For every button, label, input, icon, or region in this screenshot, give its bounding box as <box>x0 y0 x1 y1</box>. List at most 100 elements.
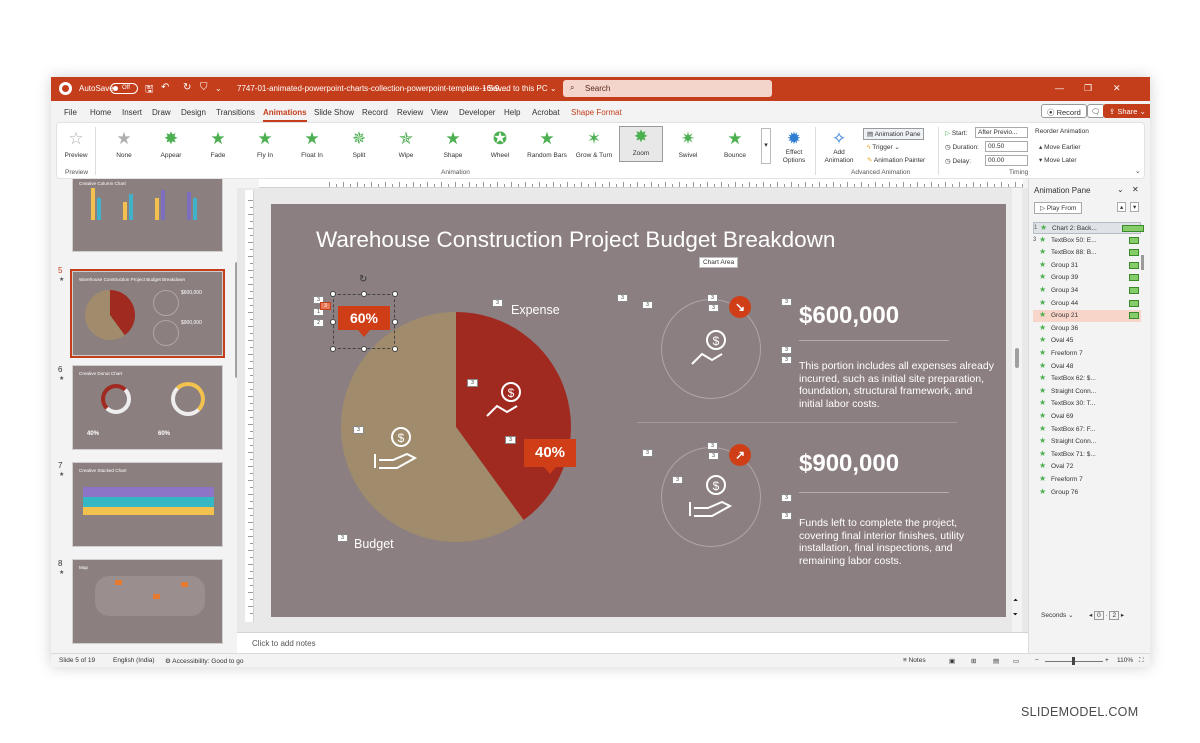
animation-float-in[interactable]: ★ Float In <box>290 129 334 159</box>
animation-list-item[interactable]: 1 ★ Chart 2: Back... <box>1033 222 1144 234</box>
animation-marker[interactable]: 3 <box>781 512 792 520</box>
tab-design[interactable]: Design <box>181 108 206 117</box>
zoom-level[interactable]: 110% <box>1117 657 1133 664</box>
canvas-vertical-scrollbar[interactable]: ⏶ ⏷ <box>1012 188 1022 632</box>
zoom-in-icon[interactable]: + <box>1105 657 1109 664</box>
animation-list-item[interactable]: ★ Group 34 <box>1033 285 1141 297</box>
animation-painter-button[interactable]: ✎ Animation Painter <box>867 156 925 164</box>
language[interactable]: English (India) <box>113 657 155 664</box>
animation-pane-button[interactable]: ▤ Animation Pane <box>863 128 925 140</box>
move-up-icon[interactable]: ▴ <box>1117 202 1127 212</box>
animation-marker[interactable]: 3 <box>337 534 348 542</box>
tab-developer[interactable]: Developer <box>459 108 495 117</box>
tab-acrobat[interactable]: Acrobat <box>532 108 560 117</box>
tab-home[interactable]: Home <box>90 108 111 117</box>
redo-icon[interactable]: ↻ <box>183 82 191 93</box>
trigger-button[interactable]: ϟ Trigger ⌄ <box>867 143 900 151</box>
tab-view[interactable]: View <box>431 108 448 117</box>
animation-split[interactable]: ✵ Split <box>337 129 381 159</box>
animation-marker[interactable]: 3 <box>642 449 653 457</box>
animation-marker[interactable]: 3 <box>642 301 653 309</box>
animation-grow-turn[interactable]: ✶ Grow & Turn <box>572 129 616 159</box>
animation-random-bars[interactable]: ★ Random Bars <box>525 129 569 159</box>
animation-list-item[interactable]: ★ Group 76 <box>1033 487 1141 499</box>
reading-view-icon[interactable]: ▤ <box>993 657 999 665</box>
duration-input[interactable]: 00.50 <box>985 141 1028 152</box>
search-box[interactable]: ⌕ Search <box>563 80 772 97</box>
pane-options-icon[interactable]: ⌄ <box>1117 185 1124 194</box>
tab-review[interactable]: Review <box>397 108 423 117</box>
slide-sorter-icon[interactable]: ⊞ <box>971 657 976 665</box>
slide-thumbnail[interactable]: Creative Donut Chart 40% 60% <box>72 365 223 450</box>
tab-draw[interactable]: Draw <box>152 108 171 117</box>
slide-thumbnail[interactable]: Map <box>72 559 223 644</box>
animation-list-item[interactable]: ★ Group 31 <box>1033 260 1141 272</box>
fit-slide-icon[interactable]: ⛶ <box>1139 657 1144 665</box>
normal-view-icon[interactable]: ▣ <box>949 657 955 665</box>
animation-fade[interactable]: ★ Fade <box>196 129 240 159</box>
comments-icon[interactable]: 🗨 <box>1087 104 1105 118</box>
pane-scrollbar[interactable] <box>1141 255 1144 270</box>
tab-shape-format[interactable]: Shape Format <box>571 108 622 117</box>
animation-marker[interactable]: 3 <box>781 346 792 354</box>
animation-fly-in[interactable]: ★ Fly In <box>243 129 287 159</box>
zoom-out-icon[interactable]: − <box>1035 657 1039 664</box>
previous-slide-icon[interactable]: ⏶ <box>1013 598 1018 605</box>
add-animation-button[interactable]: ✧ Add Animation <box>819 129 859 165</box>
animation-marker[interactable]: 3 <box>617 294 628 302</box>
budget-percent-callout[interactable]: 60% <box>338 306 390 337</box>
animation-bounce[interactable]: ★ Bounce <box>713 129 757 159</box>
animation-marker[interactable]: 3 <box>708 452 719 460</box>
animation-list-item[interactable]: ★ Oval 48 <box>1033 361 1141 373</box>
animation-list-item[interactable]: 3 ★ TextBox 50: E... <box>1033 235 1141 247</box>
record-button[interactable]: ⦿ Record <box>1041 104 1087 118</box>
notes-button[interactable]: ≡ Notes <box>903 657 926 664</box>
animation-list-item[interactable]: ★ TextBox 30: T... <box>1033 398 1141 410</box>
animation-shape[interactable]: ★ Shape <box>431 129 475 159</box>
timing-bar[interactable] <box>1129 299 1139 307</box>
animation-appear[interactable]: ✸ Appear <box>149 129 193 159</box>
save-status[interactable]: • Saved to this PC ⌄ <box>483 84 557 93</box>
animation-marker[interactable]: 3 <box>467 379 478 387</box>
minimize-icon[interactable]: — <box>1055 83 1064 93</box>
tab-transitions[interactable]: Transitions <box>216 108 255 117</box>
animation-list-item[interactable]: ★ TextBox 88: B... <box>1033 247 1141 259</box>
animation-list-item[interactable]: ★ Oval 45 <box>1033 335 1141 347</box>
animation-marker[interactable]: 3 <box>781 494 792 502</box>
animation-wheel[interactable]: ✪ Wheel <box>478 129 522 159</box>
autosave-toggle[interactable]: Off <box>110 83 138 94</box>
notes-pane[interactable]: Click to add notes <box>237 632 1028 653</box>
accessibility-status[interactable]: ⚙ Accessibility: Good to go <box>165 657 243 665</box>
tab-insert[interactable]: Insert <box>122 108 142 117</box>
tab-help[interactable]: Help <box>504 108 520 117</box>
animation-marker[interactable]: 2 <box>313 319 324 327</box>
animation-list-item[interactable]: ★ Oval 72 <box>1033 461 1141 473</box>
present-icon[interactable]: ⛉ <box>200 82 208 93</box>
animation-list-item[interactable]: ★Group 21▾ <box>1033 310 1141 323</box>
animation-list-item[interactable]: ★ TextBox 67: F... <box>1033 424 1141 436</box>
animation-list-item[interactable]: ★ Straight Conn... <box>1033 386 1141 398</box>
preview-button[interactable]: ☆ Preview <box>61 129 91 159</box>
close-icon[interactable]: ✕ <box>1113 83 1121 94</box>
share-button[interactable]: ⇪ Share ⌄ <box>1103 104 1150 118</box>
start-dropdown[interactable]: After Previo... <box>975 127 1028 138</box>
animation-swivel[interactable]: ✷ Swivel <box>666 129 710 159</box>
animation-marker[interactable]: 3 <box>707 442 718 450</box>
animation-marker[interactable]: 3 <box>320 302 331 310</box>
tab-slide-show[interactable]: Slide Show <box>314 108 354 117</box>
customize-qat-icon[interactable]: ⌄ <box>215 84 222 93</box>
timing-bar[interactable] <box>1129 274 1139 282</box>
move-earlier-button[interactable]: ▴ Move Earlier <box>1039 143 1081 151</box>
timeline-scale[interactable]: ◂ 0 · 2 ▸ <box>1089 611 1124 620</box>
timing-bar[interactable] <box>1129 261 1139 269</box>
animation-marker[interactable]: 3 <box>353 426 364 434</box>
collapse-ribbon-icon[interactable]: ⌄ <box>1135 167 1140 175</box>
timing-bar[interactable] <box>1129 236 1139 244</box>
animation-list-item[interactable]: ★ Group 44 <box>1033 298 1141 310</box>
animation-marker[interactable]: 3 <box>781 298 792 306</box>
rotate-handle-icon[interactable]: ↻ <box>359 274 367 285</box>
move-down-icon[interactable]: ▾ <box>1130 202 1140 212</box>
animation-marker[interactable]: 3 <box>492 299 503 307</box>
zoom-slider-thumb[interactable] <box>1072 657 1075 665</box>
animation-marker[interactable]: 3 <box>707 294 718 302</box>
